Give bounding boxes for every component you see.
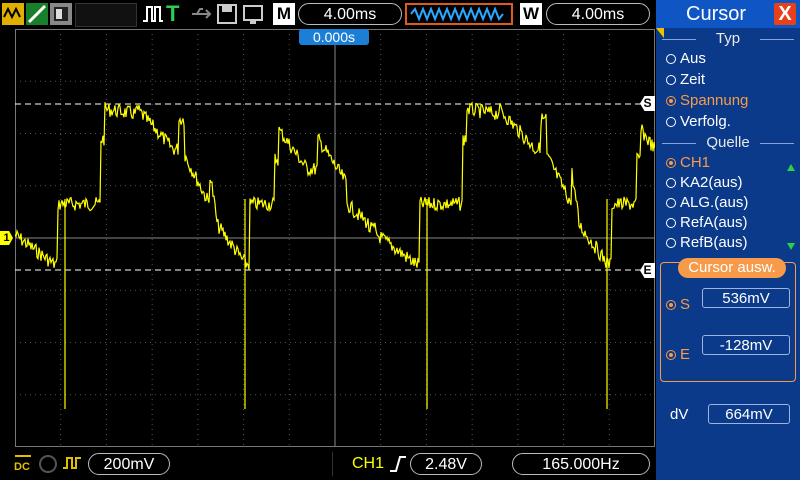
close-icon[interactable]: X — [774, 3, 796, 25]
ch1-offset-marker[interactable]: 1 — [0, 231, 13, 245]
source-option-label: KA2(aus) — [680, 174, 743, 191]
scroll-down-icon[interactable] — [786, 242, 796, 252]
radio-icon — [666, 178, 676, 188]
memory-depth-bar — [405, 3, 513, 25]
ch1-scale-readout[interactable]: 200mV — [88, 453, 170, 475]
source-option-label: CH1 — [680, 154, 711, 171]
timebase-readout[interactable]: 4.00ms — [298, 3, 402, 25]
cursor-s-option[interactable]: S — [666, 295, 690, 315]
cursor-s-value[interactable]: 536mV — [702, 288, 790, 308]
radio-icon — [666, 198, 676, 208]
type-option-2[interactable]: Spannung — [666, 91, 748, 111]
radio-icon — [666, 238, 676, 248]
type-section-header: Typ — [656, 30, 800, 48]
source-option-0[interactable]: CH1 — [666, 153, 710, 173]
menu-key[interactable]: M — [273, 3, 295, 25]
cursor-menu-panel: Cursor X Typ Aus Zeit Spannung Verfolg. Que… — [656, 0, 800, 480]
display-mode-icon[interactable] — [50, 3, 72, 25]
bandwidth-icon[interactable] — [38, 454, 58, 474]
trigger-source[interactable]: CH1 — [352, 453, 384, 475]
delta-v-label: dV — [670, 406, 689, 423]
window-key[interactable]: W — [520, 3, 542, 25]
frequency-readout: 165.000Hz — [512, 453, 650, 475]
usb-icon — [192, 8, 212, 19]
delta-v-value: 664mV — [708, 404, 790, 424]
radio-icon — [666, 96, 676, 106]
type-option-label: Spannung — [680, 92, 749, 109]
trigger-position-label[interactable]: 0.000s — [299, 29, 369, 45]
source-option-label: RefA(aus) — [680, 214, 748, 231]
waveform-display[interactable]: 0.000s — [15, 29, 655, 447]
cursor-select-title: Cursor ausw. — [678, 258, 786, 278]
bottom-spacer — [174, 452, 333, 476]
top-status-bar: T M 4.00ms W 4.00ms — [0, 0, 656, 28]
window-timebase-readout[interactable]: 4.00ms — [546, 3, 650, 25]
ch1-coupling-label: DC — [14, 461, 30, 473]
trigger-level-readout[interactable]: 2.48V — [410, 453, 482, 475]
cursor-panel-header: Cursor X — [656, 0, 800, 28]
source-option-3[interactable]: RefA(aus) — [666, 213, 748, 233]
radio-icon — [666, 158, 676, 168]
type-option-label: Aus — [680, 50, 706, 67]
radio-icon — [666, 75, 676, 85]
cursor-e-label: E — [680, 346, 691, 363]
save-icon[interactable] — [216, 3, 238, 25]
cursor-e-value[interactable]: -128mV — [702, 335, 790, 355]
ch1-coupling[interactable]: DC — [14, 452, 32, 473]
pulse-icon[interactable] — [142, 3, 164, 25]
source-option-label: RefB(aus) — [680, 234, 748, 251]
type-option-0[interactable]: Aus — [666, 49, 706, 69]
source-option-1[interactable]: KA2(aus) — [666, 173, 743, 193]
type-option-label: Verfolg. — [680, 113, 731, 130]
cursor-s-label: S — [680, 296, 691, 313]
cursor-e-option[interactable]: E — [666, 345, 690, 365]
waveform-icon[interactable] — [2, 3, 24, 25]
radio-icon — [666, 300, 676, 310]
bottom-status-bar: DC 200mV CH1 2.48V 165.000Hz — [0, 448, 656, 480]
radio-icon — [666, 218, 676, 228]
cursor-panel-title: Cursor — [686, 3, 747, 25]
status-indicator-box — [75, 3, 137, 27]
type-option-1[interactable]: Zeit — [666, 70, 705, 90]
radio-icon — [666, 117, 676, 127]
waveform-canvas — [15, 29, 655, 447]
rising-edge-icon[interactable] — [388, 454, 408, 474]
source-option-4[interactable]: RefB(aus) — [666, 233, 748, 253]
source-section-header: Quelle — [656, 134, 800, 152]
vector-icon[interactable] — [26, 3, 48, 25]
radio-icon — [666, 54, 676, 64]
type-option-label: Zeit — [680, 71, 706, 88]
source-option-label: ALG.(aus) — [680, 194, 749, 211]
dc-coupling-icon — [15, 455, 31, 457]
scroll-up-icon[interactable] — [786, 162, 796, 172]
type-option-3[interactable]: Verfolg. — [666, 112, 731, 132]
source-option-2[interactable]: ALG.(aus) — [666, 193, 748, 213]
trigger-mode-icon[interactable]: T — [166, 3, 179, 25]
radio-icon — [666, 350, 676, 360]
invert-icon[interactable] — [62, 454, 84, 474]
screen-icon[interactable] — [242, 3, 264, 25]
